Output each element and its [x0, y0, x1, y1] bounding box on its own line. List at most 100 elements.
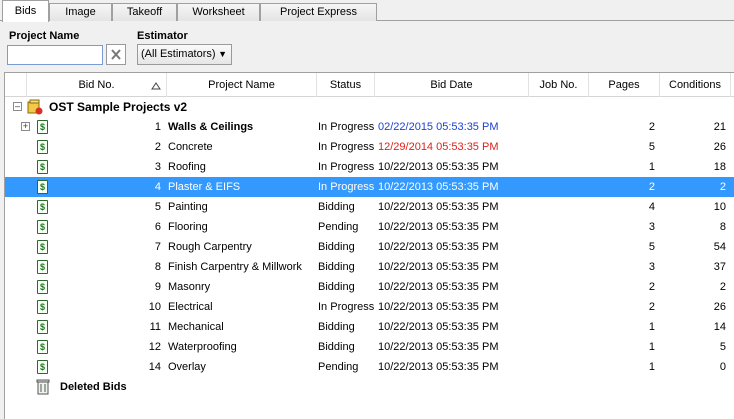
project-name: Roofing [168, 161, 206, 173]
project-name: Overlay [168, 361, 206, 373]
bid-number: 14 [148, 361, 161, 373]
conditions-count: 2 [719, 281, 726, 293]
status: Pending [318, 221, 359, 233]
bid-number: 7 [154, 241, 161, 253]
header-expander-col [5, 73, 27, 97]
bid-number: 11 [149, 321, 161, 333]
conditions-count: 2 [719, 181, 726, 193]
project-name: Waterproofing [168, 341, 237, 353]
clear-x-icon [111, 49, 121, 60]
bid-row[interactable]: $7 Rough Carpentry Bidding 10/22/2013 05:53… [5, 237, 734, 257]
conditions-count: 0 [719, 361, 726, 373]
conditions-count: 8 [719, 221, 726, 233]
group-row[interactable]: – OST Sample Projects v2 [5, 97, 734, 117]
tab-worksheet[interactable]: Worksheet [177, 3, 260, 21]
clear-filter-button[interactable] [106, 44, 126, 65]
conditions-count: 37 [713, 261, 726, 273]
pages-count: 3 [648, 221, 655, 233]
pages-count: 1 [648, 321, 655, 333]
status: In Progress [318, 181, 375, 193]
status: In Progress [318, 141, 375, 153]
bid-row[interactable]: $5 Painting Bidding 10/22/2013 05:53:35 PM 4… [5, 197, 734, 217]
bid-row[interactable]: $9 Masonry Bidding 10/22/2013 05:53:35 PM 2 2 [5, 277, 734, 297]
bid-row[interactable]: + $1 Walls & Ceilings In Progress 02/22/2015… [5, 117, 734, 137]
bid-document-icon: $ [37, 320, 48, 334]
bid-row[interactable]: $3 Roofing In Progress 10/22/2013 05:53:35 … [5, 157, 734, 177]
tab-project-express[interactable]: Project Express [260, 3, 377, 21]
header-bid-date[interactable]: Bid Date [375, 73, 529, 97]
bid-date: 02/22/2015 05:53:35 PM [378, 121, 499, 133]
pages-count: 5 [648, 141, 655, 153]
sort-ascending-icon [151, 82, 161, 90]
header-pages[interactable]: Pages [589, 73, 660, 97]
conditions-count: 18 [713, 161, 726, 173]
conditions-count: 14 [713, 321, 726, 333]
bid-date: 10/22/2013 05:53:35 PM [378, 221, 499, 233]
bid-row[interactable]: $10 Electrical In Progress 10/22/2013 05:53… [5, 297, 734, 317]
bid-document-icon: $ [37, 260, 48, 274]
grid-header: Bid No. Project Name Status Bid Date Job… [5, 73, 734, 97]
bid-number: 10 [148, 301, 161, 313]
conditions-count: 26 [713, 141, 726, 153]
bid-row[interactable]: $2 Concrete In Progress 12/29/2014 05:53:35… [5, 137, 734, 157]
tab-bids[interactable]: Bids [2, 0, 49, 22]
collapse-icon[interactable]: – [13, 102, 22, 111]
bid-row[interactable]: $14 Overlay Pending 10/22/2013 05:53:35 PM 1… [5, 357, 734, 377]
status: Bidding [318, 201, 355, 213]
header-project-name[interactable]: Project Name [167, 73, 317, 97]
estimator-label: Estimator [137, 30, 188, 42]
bid-row[interactable]: $11 Mechanical Bidding 10/22/2013 05:53:35 … [5, 317, 734, 337]
project-name: Finish Carpentry & Millwork [168, 261, 302, 273]
pages-count: 5 [648, 241, 655, 253]
header-status[interactable]: Status [317, 73, 375, 97]
status: In Progress [318, 121, 375, 133]
bid-number: 9 [154, 281, 161, 293]
tab-takeoff[interactable]: Takeoff [112, 3, 177, 21]
bid-number: 4 [154, 181, 161, 193]
status: Bidding [318, 341, 355, 353]
bid-row[interactable]: $4 Plaster & EIFS In Progress 10/22/2013 05… [5, 177, 734, 197]
bid-number: 5 [154, 201, 161, 213]
chevron-down-icon: ▼ [218, 49, 227, 59]
pages-count: 2 [648, 281, 655, 293]
bid-row[interactable]: $12 Waterproofing Bidding 10/22/2013 05:53:… [5, 337, 734, 357]
bid-document-icon: $ [37, 340, 48, 354]
project-name: Plaster & EIFS [168, 181, 241, 193]
pages-count: 1 [648, 361, 655, 373]
tab-strip: Bids Image Takeoff Worksheet Project Exp… [0, 0, 734, 22]
bid-date: 10/22/2013 05:53:35 PM [378, 161, 499, 173]
bid-date: 10/22/2013 05:53:35 PM [378, 201, 499, 213]
estimator-select[interactable]: (All Estimators) ▼ [137, 44, 232, 65]
project-name: Walls & Ceilings [168, 121, 254, 133]
bid-document-icon: $ [37, 280, 48, 294]
status: Bidding [318, 241, 355, 253]
bid-row[interactable]: $8 Finish Carpentry & Millwork Bidding 10/2… [5, 257, 734, 277]
bid-document-icon: $ [37, 240, 48, 254]
bid-document-icon: $ [37, 140, 48, 154]
header-conditions[interactable]: Conditions [660, 73, 731, 97]
bid-date: 10/22/2013 05:53:35 PM [378, 181, 499, 193]
expand-icon[interactable]: + [21, 122, 30, 131]
bid-document-icon: $ [37, 220, 48, 234]
status: In Progress [318, 161, 375, 173]
bids-grid[interactable]: Bid No. Project Name Status Bid Date Job… [4, 72, 734, 419]
bid-document-icon: $ [37, 200, 48, 214]
bid-number: 2 [154, 141, 161, 153]
bid-document-icon: $ [37, 120, 48, 134]
pages-count: 1 [648, 341, 655, 353]
project-name: Electrical [168, 301, 213, 313]
conditions-count: 26 [713, 301, 726, 313]
bid-number: 1 [154, 121, 161, 133]
bid-date: 12/29/2014 05:53:35 PM [378, 141, 499, 153]
deleted-bids-row[interactable]: Deleted Bids [5, 377, 734, 397]
project-name: Painting [168, 201, 208, 213]
conditions-count: 5 [719, 341, 726, 353]
bid-row[interactable]: $6 Flooring Pending 10/22/2013 05:53:35 PM 3… [5, 217, 734, 237]
header-bid-no[interactable]: Bid No. [27, 73, 167, 97]
header-job-no[interactable]: Job No. [529, 73, 589, 97]
pages-count: 4 [648, 201, 655, 213]
pages-count: 2 [648, 301, 655, 313]
tab-image[interactable]: Image [49, 3, 112, 21]
bid-number: 6 [154, 221, 161, 233]
project-name-input[interactable] [7, 45, 103, 65]
